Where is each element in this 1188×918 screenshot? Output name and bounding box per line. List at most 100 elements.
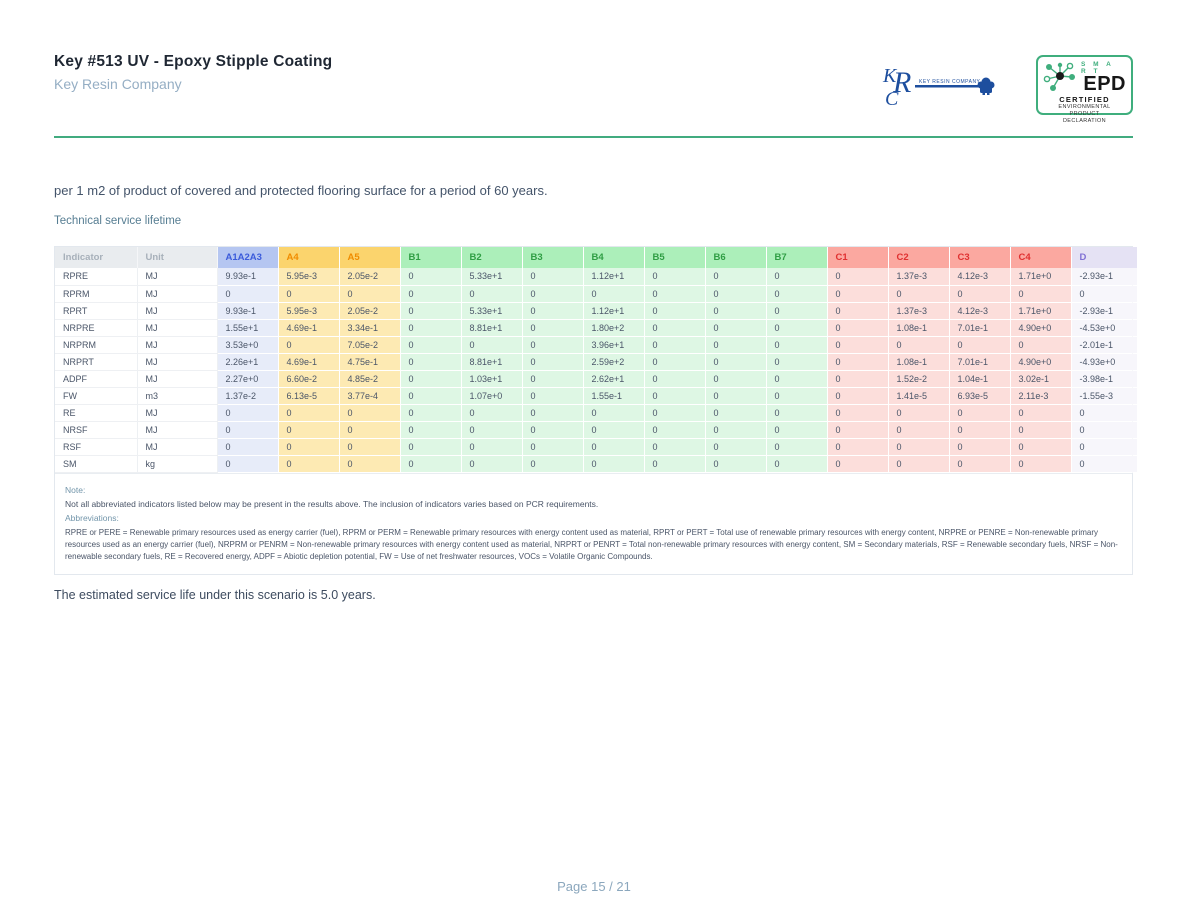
value-cell: 0: [827, 438, 889, 456]
column-header-b4: B4: [583, 247, 645, 268]
column-header-indicator: Indicator: [55, 247, 138, 268]
value-cell: 0: [583, 404, 645, 422]
value-cell: 0: [583, 438, 645, 456]
unit-cell: MJ: [137, 353, 218, 371]
value-cell: 0: [827, 319, 889, 337]
section-title: Technical service lifetime: [54, 215, 182, 227]
value-cell: 0: [278, 336, 340, 354]
value-cell: 0: [278, 455, 340, 473]
column-header-b5: B5: [644, 247, 706, 268]
value-cell: 0: [278, 421, 340, 439]
value-cell: 0: [1010, 285, 1072, 303]
value-cell: 0: [461, 421, 523, 439]
value-cell: 1.80e+2: [583, 319, 645, 337]
abbreviations-label: Abbreviations:: [65, 512, 119, 523]
value-cell: 0: [217, 438, 279, 456]
value-cell: 0: [400, 302, 462, 320]
value-cell: 0: [522, 302, 584, 320]
value-cell: 0: [339, 455, 401, 473]
value-cell: 0: [644, 319, 706, 337]
value-cell: 0: [400, 336, 462, 354]
page-title: Key #513 UV - Epoxy Stipple Coating: [54, 53, 333, 70]
value-cell: 0: [766, 387, 828, 405]
unit-cell: MJ: [137, 268, 218, 286]
value-cell: 5.95e-3: [278, 268, 340, 286]
value-cell: 0: [827, 387, 889, 405]
value-cell: 0: [827, 268, 889, 286]
value-cell: 0: [461, 285, 523, 303]
value-cell: 0: [644, 336, 706, 354]
column-header-b2: B2: [461, 247, 523, 268]
value-cell: 0: [1010, 404, 1072, 422]
value-cell: 0: [278, 285, 340, 303]
note-label: Note:: [65, 484, 86, 495]
value-cell: 0: [217, 455, 279, 473]
document-header: Key #513 UV - Epoxy Stipple Coating Key …: [0, 0, 1188, 124]
unit-cell: MJ: [137, 370, 218, 388]
column-header-c2: C2: [888, 247, 950, 268]
value-cell: 0: [278, 438, 340, 456]
value-cell: 1.55e-1: [583, 387, 645, 405]
value-cell: 0: [644, 370, 706, 388]
value-cell: 0: [888, 438, 950, 456]
value-cell: 0: [522, 404, 584, 422]
value-cell: -2.93e-1: [1071, 268, 1138, 286]
value-cell: 1.37e-3: [888, 268, 950, 286]
value-cell: 0: [522, 370, 584, 388]
value-cell: 0: [339, 285, 401, 303]
value-cell: 0: [949, 421, 1011, 439]
value-cell: 5.33e+1: [461, 302, 523, 320]
indicator-cell: RSF: [55, 438, 138, 456]
value-cell: 0: [522, 387, 584, 405]
value-cell: -3.98e-1: [1071, 370, 1138, 388]
value-cell: 1.71e+0: [1010, 302, 1072, 320]
krc-logo-text: KEY RESIN COMPANY: [919, 79, 981, 85]
svg-text:C: C: [885, 88, 899, 110]
value-cell: 0: [705, 285, 767, 303]
indicator-cell: RE: [55, 404, 138, 422]
value-cell: 0: [522, 268, 584, 286]
indicator-cell: RPRM: [55, 285, 138, 303]
epd-document-page: Key #513 UV - Epoxy Stipple Coating Key …: [0, 0, 1188, 918]
value-cell: 1.08e-1: [888, 353, 950, 371]
value-cell: -2.01e-1: [1071, 336, 1138, 354]
value-cell: 0: [766, 421, 828, 439]
indicator-cell: SM: [55, 455, 138, 473]
key-resin-company-logo: K R C KEY RESIN COMPANY: [882, 65, 995, 110]
page-number: Page 15 / 21: [557, 879, 631, 894]
badge-env-line1: ENVIRONMENTAL PRODUCT: [1058, 104, 1111, 117]
value-cell: 1.55e+1: [217, 319, 279, 337]
value-cell: 0: [1010, 455, 1072, 473]
indicator-cell: ADPF: [55, 370, 138, 388]
value-cell: 0: [400, 421, 462, 439]
value-cell: 1.07e+0: [461, 387, 523, 405]
column-header-c1: C1: [827, 247, 889, 268]
value-cell: 0: [644, 387, 706, 405]
unit-cell: MJ: [137, 438, 218, 456]
value-cell: 4.12e-3: [949, 302, 1011, 320]
value-cell: 6.60e-2: [278, 370, 340, 388]
value-cell: 0: [400, 268, 462, 286]
value-cell: 3.53e+0: [217, 336, 279, 354]
value-cell: 0: [827, 336, 889, 354]
value-cell: 0: [827, 421, 889, 439]
unit-cell: MJ: [137, 302, 218, 320]
value-cell: 5.95e-3: [278, 302, 340, 320]
value-cell: 0: [644, 438, 706, 456]
value-cell: 0: [644, 455, 706, 473]
value-cell: 0: [644, 268, 706, 286]
value-cell: 0: [217, 421, 279, 439]
column-header-a5: A5: [339, 247, 401, 268]
value-cell: 0: [705, 353, 767, 371]
value-cell: 0: [522, 353, 584, 371]
value-cell: -2.93e-1: [1071, 302, 1138, 320]
badge-env-line2: DECLARATION: [1062, 117, 1107, 124]
value-cell: 0: [400, 438, 462, 456]
value-cell: 0: [827, 285, 889, 303]
value-cell: 0: [766, 455, 828, 473]
value-cell: 0: [705, 387, 767, 405]
value-cell: 0: [339, 404, 401, 422]
value-cell: 6.13e-5: [278, 387, 340, 405]
value-cell: 0: [827, 370, 889, 388]
column-header-d: D: [1071, 247, 1138, 268]
